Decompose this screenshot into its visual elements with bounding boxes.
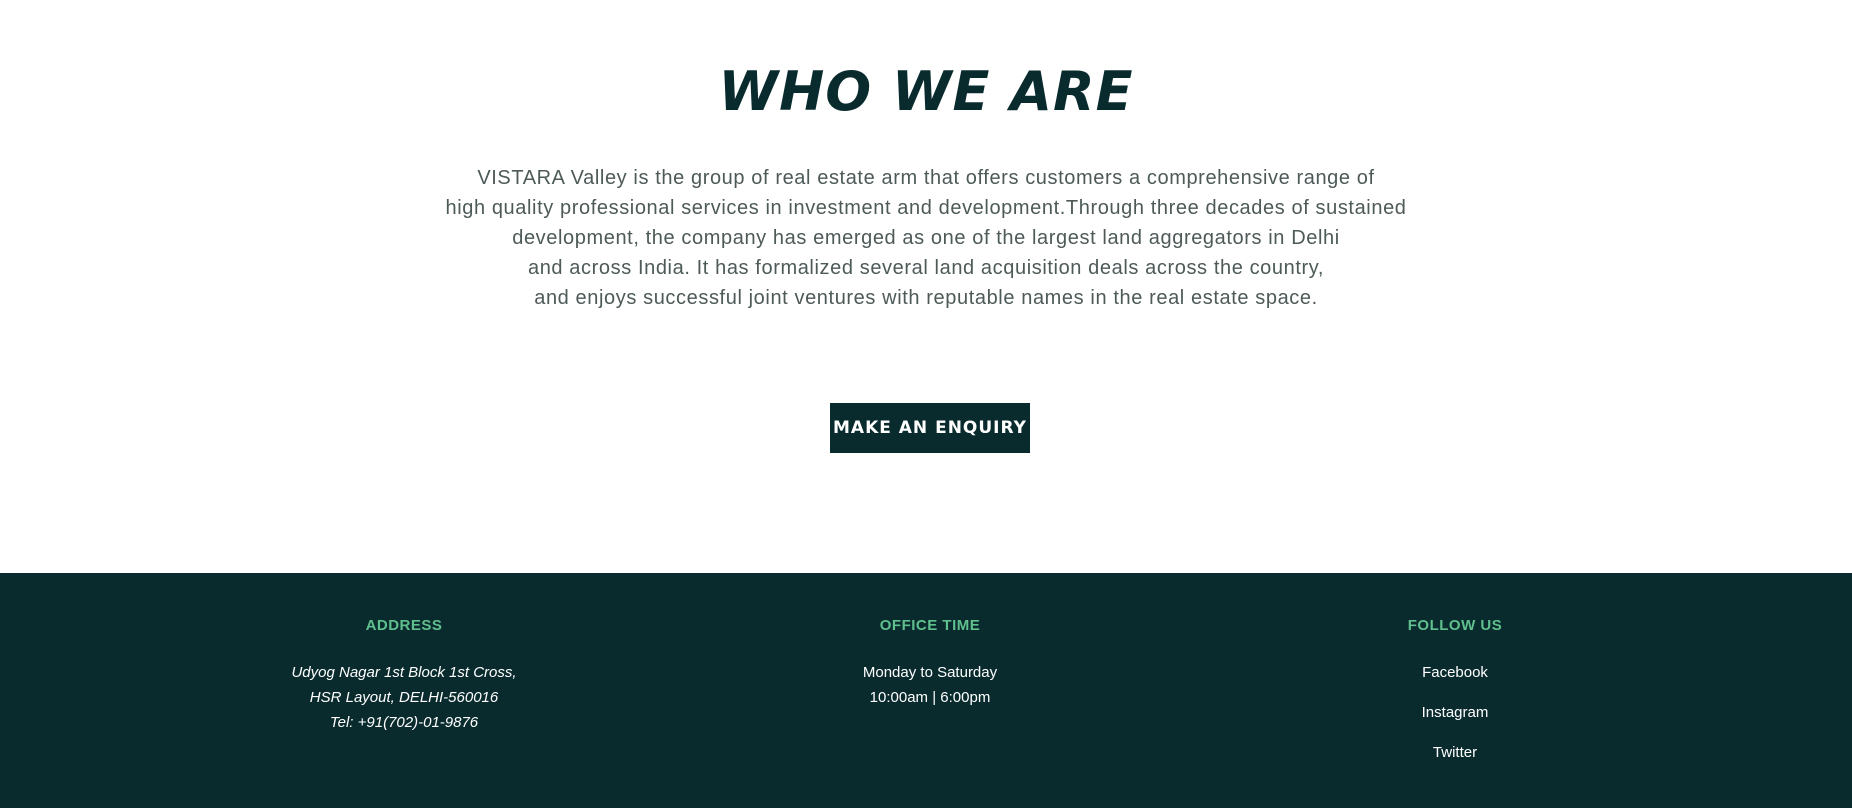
section-title: WHO WE ARE [718,60,1134,123]
facebook-link[interactable]: Facebook [1205,660,1705,685]
social-links: Facebook Instagram Twitter [1205,660,1705,780]
address-line: HSR Layout, DELHI-560016 [309,689,499,706]
about-line: development, the company has emerged as … [512,227,1340,249]
phone-number: Tel: +91(702)-01-9876 [329,714,479,731]
about-description: VISTARA Valley is the group of real esta… [376,163,1476,313]
instagram-link[interactable]: Instagram [1205,700,1705,725]
about-line: VISTARA Valley is the group of real esta… [477,167,1375,189]
site-footer: ADDRESS Udyog Nagar 1st Block 1st Cross,… [0,573,1852,808]
twitter-link[interactable]: Twitter [1205,740,1705,765]
about-line: and across India. It has formalized seve… [527,257,1325,279]
make-enquiry-button[interactable]: MAKE AN ENQUIRY [830,403,1030,453]
address-line: Udyog Nagar 1st Block 1st Cross, [291,664,517,681]
follow-us-heading: FOLLOW US [1407,617,1503,634]
office-hours-block: Monday to Saturday 10:00am | 6:00pm [680,660,1180,710]
who-we-are-section: WHO WE ARE VISTARA Valley is the group o… [0,0,1852,573]
office-hours: 10:00am | 6:00pm [869,689,991,706]
address-heading: ADDRESS [365,617,443,634]
address-block: Udyog Nagar 1st Block 1st Cross, HSR Lay… [154,660,654,735]
about-line: and enjoys successful joint ventures wit… [534,287,1318,309]
office-days: Monday to Saturday [862,664,998,681]
about-line: high quality professional services in in… [445,197,1407,219]
office-time-heading: OFFICE TIME [879,617,981,634]
